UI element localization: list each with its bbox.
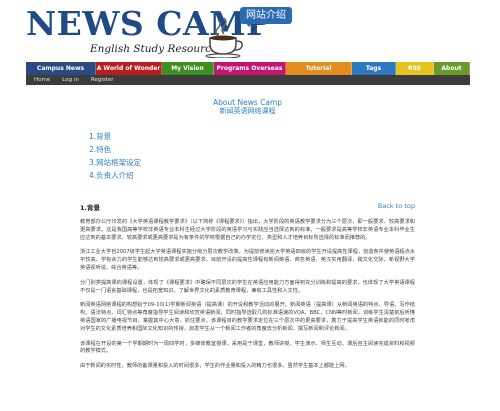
table-of-contents: 1.背景 2.特色 3.网站框架设定 4.负责人介绍 bbox=[89, 130, 415, 182]
body-paragraph: 新闻英语网络课程的构想始于09-10(1)学期新闻英语（提高课）的开设和教学活动… bbox=[80, 302, 415, 332]
sub-nav-bar: Home Log in Register bbox=[26, 75, 470, 85]
toc-link-site-framework[interactable]: 3.网站框架设定 bbox=[89, 156, 415, 169]
page-title: About News Camp bbox=[212, 98, 283, 107]
site-header: NEWS CAMP English Study Resources 网站介绍 bbox=[0, 0, 500, 62]
register-link[interactable]: Register bbox=[91, 77, 114, 83]
body-paragraph: 由于新闻的实时性，教师的备课量和投入的时间很多，学生的作业量和投入的精力也很多。… bbox=[80, 363, 350, 370]
tab-campus-news[interactable]: Campus News bbox=[26, 62, 96, 75]
section-header: 1.背景 Back to top bbox=[80, 202, 415, 212]
tab-about[interactable]: About bbox=[434, 62, 470, 75]
tab-programs-overseas[interactable]: Programs Overseas bbox=[214, 62, 286, 75]
tab-tutorial[interactable]: Tutorial bbox=[286, 62, 352, 75]
toc-link-features[interactable]: 2.特色 bbox=[89, 143, 415, 156]
tab-rss[interactable]: RSS bbox=[396, 62, 434, 75]
bubble-tail bbox=[245, 22, 253, 27]
back-to-top-link[interactable]: Back to top bbox=[378, 202, 415, 210]
home-link[interactable]: Home bbox=[34, 77, 50, 83]
toc-link-lead-intro[interactable]: 4.负责人介绍 bbox=[89, 169, 415, 182]
main-content: About News Camp 新闻英语网络课程 1.背景 2.特色 3.网站框… bbox=[80, 92, 415, 371]
body-paragraph: 该课程在开设的第一个学期期时为一周四学时，多媒体教室授课，采用是于课堂，教师讲授… bbox=[80, 340, 415, 355]
login-link[interactable]: Log in bbox=[62, 77, 79, 83]
tab-tags[interactable]: Tags bbox=[352, 62, 396, 75]
page-subtitle: 新闻英语网络课程 bbox=[219, 107, 276, 115]
tab-my-vision[interactable]: My Vision bbox=[162, 62, 214, 75]
body-paragraph: 分门别类提高课的课程设置，体现了《课程要求》中确保不同层次的学生在英语应用能力方… bbox=[80, 279, 415, 294]
toc-link-background[interactable]: 1.背景 bbox=[89, 130, 415, 143]
site-logo-subtitle: English Study Resources bbox=[90, 43, 223, 55]
tab-a-world-of-wonder[interactable]: A World of Wonder bbox=[96, 62, 162, 75]
body-paragraph: 浙江工业大学自2007级学生起大学英语课程实施分级分层次教学改革。为提前修读完大… bbox=[80, 249, 415, 271]
body-paragraph: 教育部办公厅印发的《大学英语课程教学要求》（以下简称《课程要求》）指出，大学阶段… bbox=[80, 219, 415, 241]
main-nav: Campus News A World of Wonder My Vision … bbox=[26, 62, 470, 75]
section-title: 1.背景 bbox=[80, 204, 100, 212]
